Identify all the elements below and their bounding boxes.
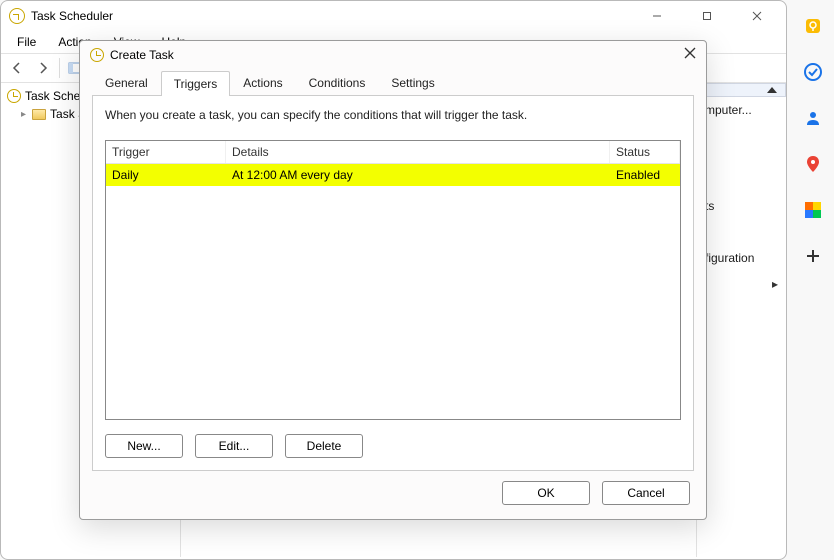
chevron-right-icon: ▸ <box>21 109 26 120</box>
actions-item[interactable]: figuration <box>697 245 786 271</box>
toolbar-separator <box>59 58 60 78</box>
tabstrip: General Triggers Actions Conditions Sett… <box>92 70 694 96</box>
tree-root-label: Task Sche <box>25 89 80 103</box>
triangle-up-icon <box>767 87 777 93</box>
col-status[interactable]: Status <box>610 141 680 163</box>
actions-item-submenu[interactable] <box>697 271 786 297</box>
folder-icon <box>32 109 46 120</box>
triggers-list[interactable]: Trigger Details Status Daily At 12:00 AM… <box>105 140 681 420</box>
dialog-title: Create Task <box>110 48 174 62</box>
cell-status: Enabled <box>610 164 680 186</box>
clock-icon <box>90 48 104 62</box>
dialog-footer: OK Cancel <box>80 481 706 519</box>
new-button[interactable]: New... <box>105 434 183 458</box>
add-icon[interactable] <box>803 246 823 266</box>
window-controls <box>642 5 778 27</box>
back-button[interactable] <box>5 56 29 80</box>
dialog-close-button[interactable] <box>684 47 696 62</box>
button-row: New... Edit... Delete <box>105 434 681 458</box>
close-button[interactable] <box>742 5 772 27</box>
keep-icon[interactable] <box>803 16 823 36</box>
create-task-dialog: Create Task General Triggers Actions Con… <box>79 40 707 520</box>
maps-icon[interactable] <box>803 154 823 174</box>
tab-triggers[interactable]: Triggers <box>161 71 231 96</box>
dialog-body: General Triggers Actions Conditions Sett… <box>80 68 706 481</box>
actions-item[interactable]: mputer... <box>697 97 786 123</box>
actions-header[interactable] <box>697 83 786 97</box>
cell-details: At 12:00 AM every day <box>226 164 610 186</box>
person-icon[interactable] <box>803 108 823 128</box>
list-header: Trigger Details Status <box>106 141 680 164</box>
side-toolbar <box>792 8 834 266</box>
list-row[interactable]: Daily At 12:00 AM every day Enabled <box>106 164 680 186</box>
dialog-titlebar: Create Task <box>80 41 706 68</box>
app-title: Task Scheduler <box>31 9 113 23</box>
tab-content: When you create a task, you can specify … <box>92 96 694 471</box>
forward-button[interactable] <box>31 56 55 80</box>
tab-general[interactable]: General <box>92 70 161 95</box>
tab-settings[interactable]: Settings <box>378 70 447 95</box>
app-icon <box>9 8 25 24</box>
maximize-button[interactable] <box>692 5 722 27</box>
cancel-button[interactable]: Cancel <box>602 481 690 505</box>
menu-file[interactable]: File <box>7 33 46 51</box>
titlebar: Task Scheduler <box>1 1 786 31</box>
edit-button[interactable]: Edit... <box>195 434 273 458</box>
cell-trigger: Daily <box>106 164 226 186</box>
minimize-button[interactable] <box>642 5 672 27</box>
col-details[interactable]: Details <box>226 141 610 163</box>
check-icon[interactable] <box>803 62 823 82</box>
delete-button[interactable]: Delete <box>285 434 363 458</box>
color-icon[interactable] <box>803 200 823 220</box>
tab-conditions[interactable]: Conditions <box>296 70 379 95</box>
tab-actions[interactable]: Actions <box>230 70 295 95</box>
ok-button[interactable]: OK <box>502 481 590 505</box>
tab-description: When you create a task, you can specify … <box>105 108 681 122</box>
actions-panel: mputer... ts figuration <box>696 83 786 557</box>
col-trigger[interactable]: Trigger <box>106 141 226 163</box>
actions-item[interactable]: ts <box>697 193 786 219</box>
clock-icon <box>7 89 21 103</box>
